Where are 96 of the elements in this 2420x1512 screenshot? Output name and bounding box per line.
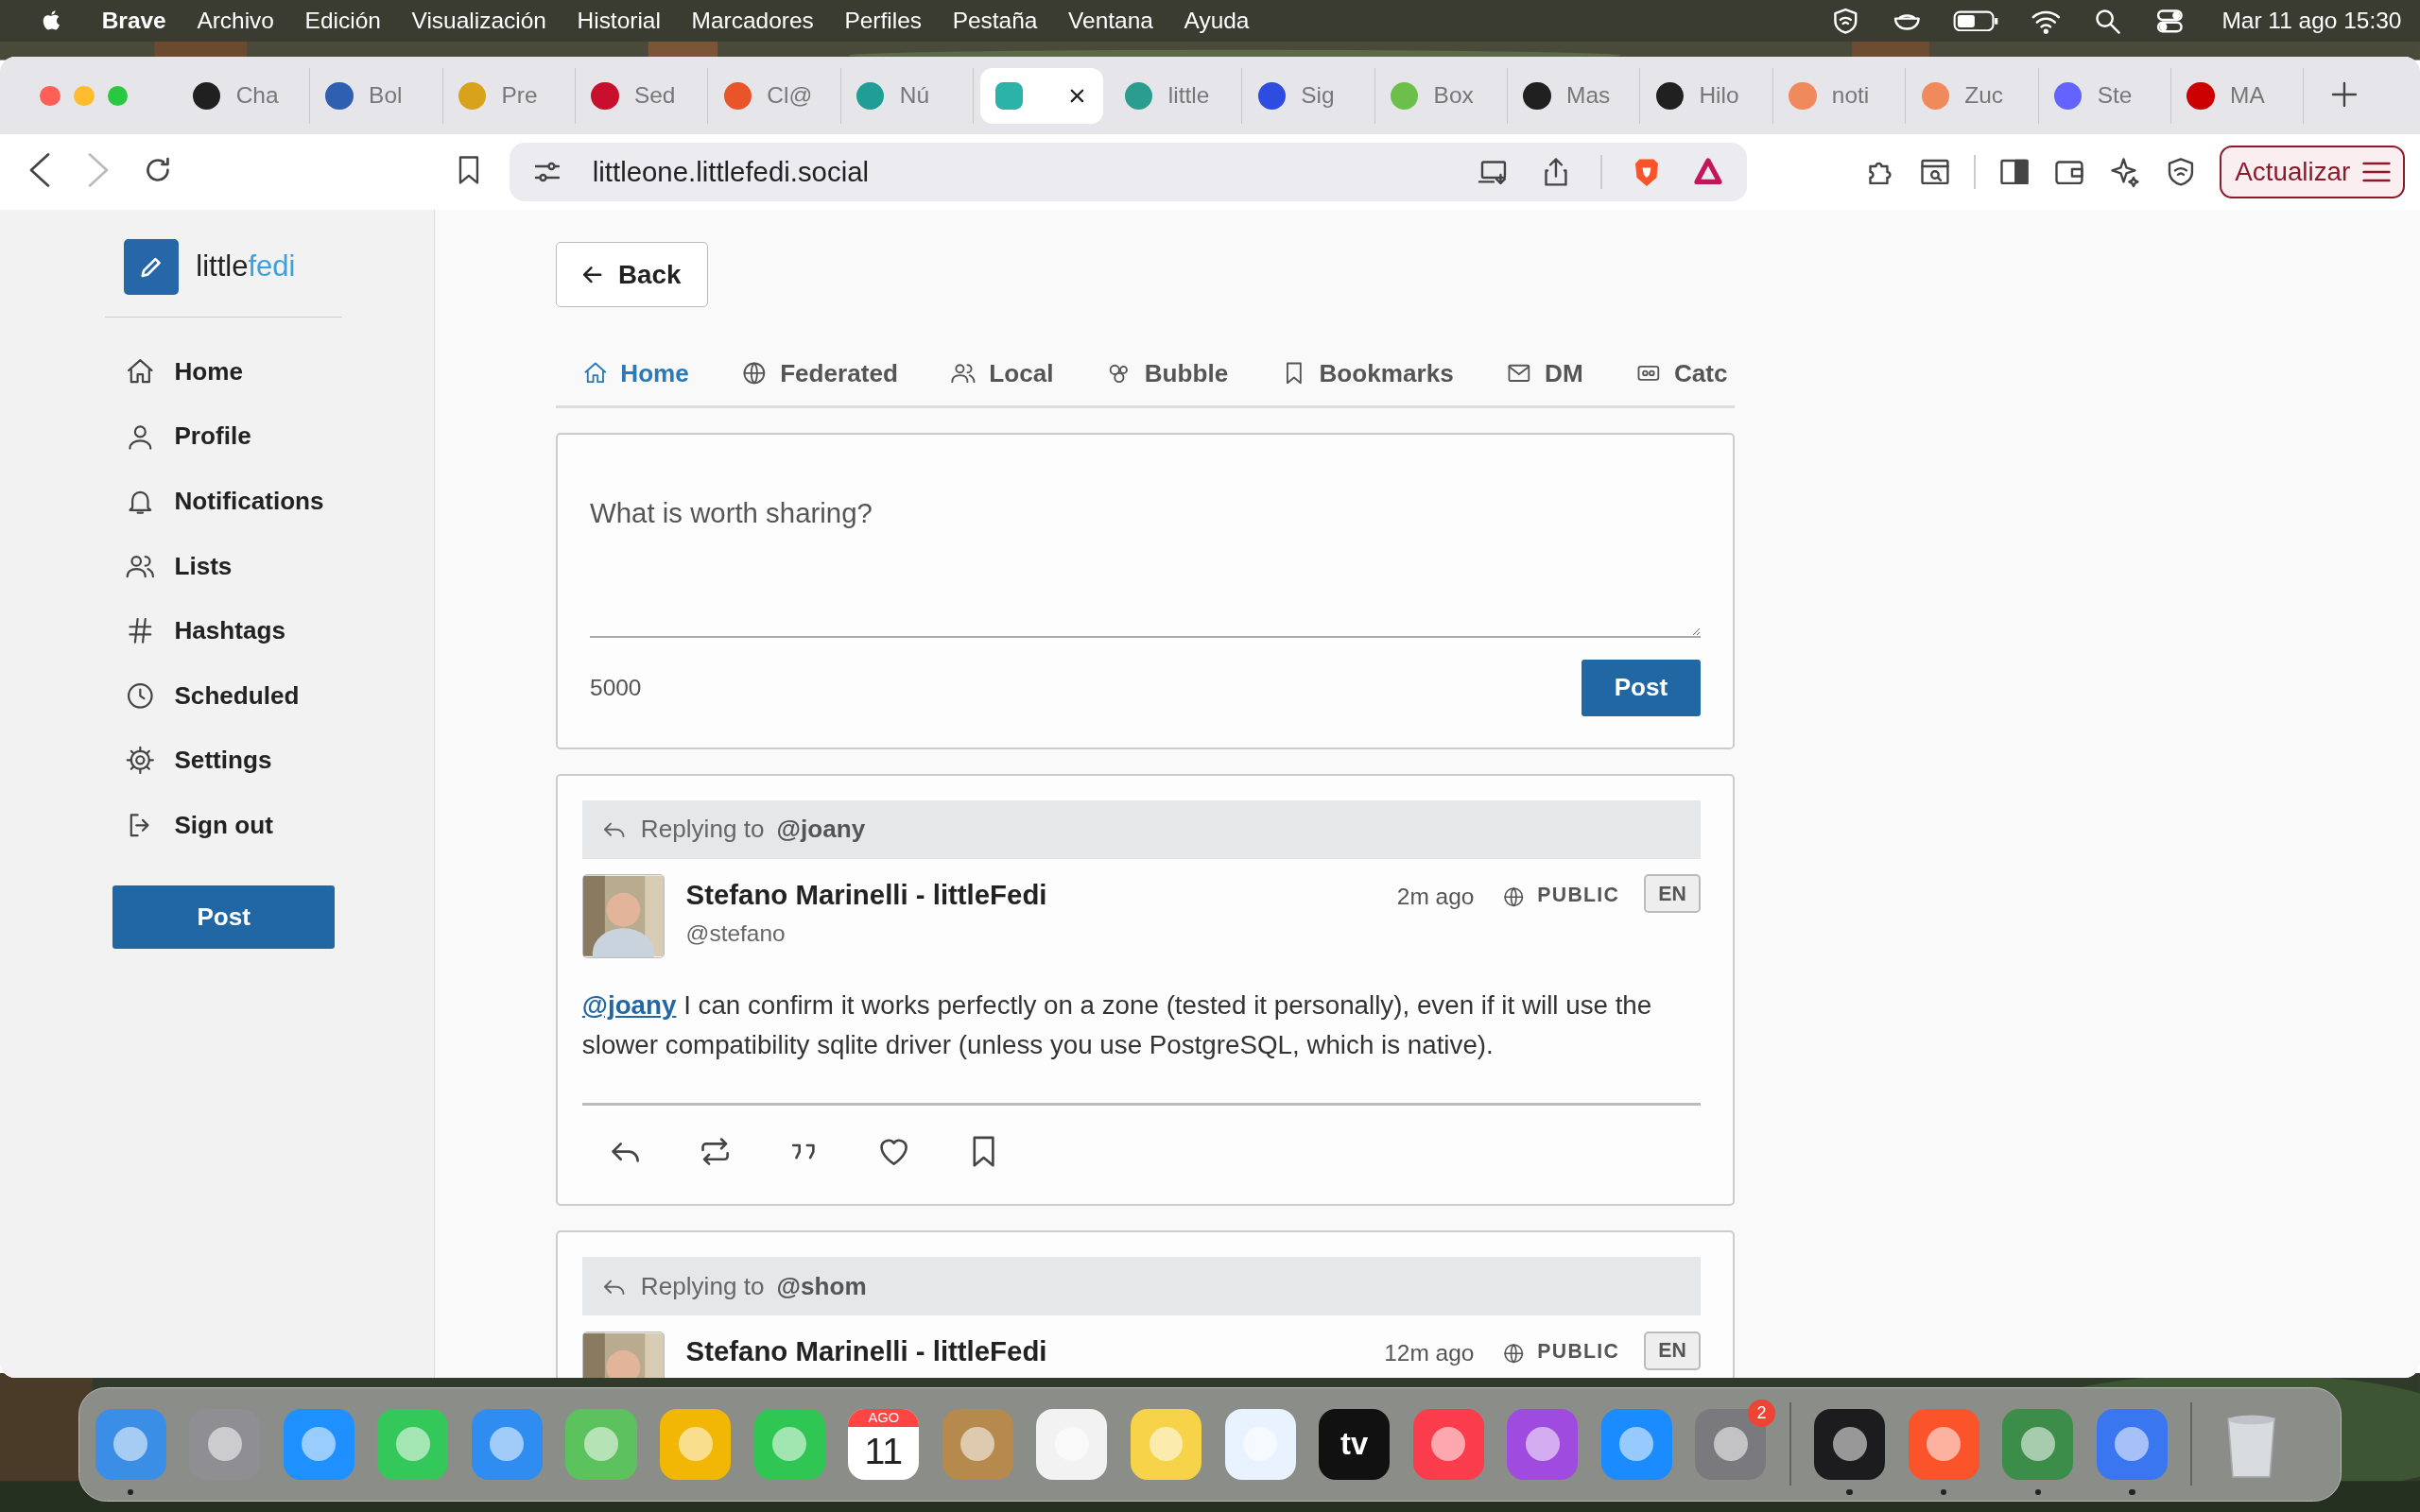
menu-item[interactable]: Perfiles <box>844 8 922 35</box>
battery-icon[interactable] <box>1953 9 2000 32</box>
favicon-icon <box>723 81 752 110</box>
menu-item[interactable]: Marcadores <box>691 8 814 35</box>
browser-tab[interactable]: Ste <box>2038 67 2172 124</box>
browser-tab[interactable]: Cha <box>177 67 311 124</box>
zoom-window-button[interactable] <box>108 85 129 106</box>
settings-icon <box>125 745 156 777</box>
favicon-icon <box>325 81 354 110</box>
browser-tab[interactable]: Cl@ <box>708 67 841 124</box>
menu-clock[interactable]: Mar 11 ago 15:30 <box>2221 8 2402 35</box>
browser-tab[interactable] <box>979 67 1104 124</box>
nav-link[interactable]: Profile <box>125 404 251 470</box>
browser-tab[interactable]: Mas <box>1508 67 1641 124</box>
browser-tab[interactable]: Sed <box>575 67 709 124</box>
favicon-icon <box>1523 81 1551 110</box>
post-text: @joany I can confirm it works perfectly on a zone (tested it personally), even if it will use the slower compatibility sqlite driver (unless you use PostgreSQL, which is native). <box>581 989 1653 1062</box>
favicon-icon <box>458 81 487 110</box>
timeline-tab[interactable]: DM <box>1479 340 1610 406</box>
author-name[interactable]: Stefano Marinelli - littleFedi <box>685 879 1047 911</box>
calendar-icon[interactable]: AGO 11 <box>848 1408 920 1480</box>
nav-link[interactable]: Sign out <box>125 793 273 858</box>
character-counter: 5000 <box>590 674 642 701</box>
favicon-icon <box>2053 81 2083 110</box>
nav-link[interactable]: Hashtags <box>125 598 285 663</box>
menu-item[interactable]: Edición <box>304 8 381 35</box>
tv-app-icon[interactable]: tv <box>1319 1408 1391 1480</box>
post-time[interactable]: 2m ago <box>1396 883 1475 910</box>
favicon-icon <box>1921 81 1949 110</box>
menu-item[interactable]: Archivo <box>197 8 274 35</box>
browser-tab[interactable]: Nú <box>840 67 975 124</box>
address-bar[interactable]: littleone.littlefedi.social <box>509 143 1747 202</box>
timeline-tab[interactable]: Bookmarks <box>1253 340 1480 406</box>
reply-handle-link[interactable]: @joany <box>776 815 866 845</box>
minimize-window-button[interactable] <box>74 85 95 106</box>
nav-link[interactable]: Lists <box>125 533 233 599</box>
favicon-icon <box>1125 81 1153 110</box>
nav-link[interactable]: Notifications <box>125 469 324 534</box>
replying-label: Replying to <box>640 815 765 845</box>
author-handle[interactable]: @stefano <box>685 919 1047 947</box>
timeline-tab[interactable]: Home <box>555 340 716 406</box>
logo-icon[interactable] <box>123 239 180 295</box>
visibility-label: PUBLIC <box>1537 1340 1620 1364</box>
browser-tab[interactable]: Zuc <box>1906 67 2039 124</box>
post-time[interactable]: 12m ago <box>1384 1340 1475 1367</box>
timeline-tab[interactable]: Local <box>924 340 1080 406</box>
app-icon[interactable] <box>1130 1408 1201 1480</box>
timeline-tab[interactable]: Federated <box>715 340 925 406</box>
browser-tab[interactable]: MA <box>2171 67 2305 124</box>
favicon-icon <box>1789 81 1817 110</box>
browser-tab[interactable]: Sig <box>1242 67 1375 124</box>
mention-link[interactable]: @joany <box>581 990 677 1020</box>
compose-field[interactable]: What is worth sharing? <box>590 481 1701 638</box>
update-button[interactable]: Actualizar <box>2219 146 2405 198</box>
browser-tab[interactable]: noti <box>1772 67 1907 124</box>
favicon-icon <box>994 81 1024 110</box>
nav-link[interactable]: Scheduled <box>125 662 300 729</box>
app-menu[interactable]: Brave <box>101 8 166 35</box>
nav-link[interactable]: Settings <box>125 728 272 794</box>
browser-tab[interactable]: Box <box>1374 67 1508 124</box>
menu-item[interactable]: Visualización <box>411 8 546 35</box>
visibility-label: PUBLIC <box>1537 883 1620 906</box>
language-badge: EN <box>1644 1331 1701 1370</box>
menu-item[interactable]: Ventana <box>1068 8 1153 35</box>
timeline-tab[interactable]: Catc <box>1609 340 1736 406</box>
browser-tab[interactable]: Pre <box>442 67 576 124</box>
browser-tab[interactable]: Hilo <box>1640 67 1773 124</box>
globe-icon <box>1501 885 1526 908</box>
favicon-icon <box>1390 81 1419 110</box>
reply-handle-link[interactable]: @shom <box>776 1271 867 1301</box>
author-name[interactable]: Stefano Marinelli - littleFedi <box>685 1335 1047 1368</box>
menu-item[interactable]: Historial <box>577 8 661 35</box>
app-icon[interactable] <box>1224 1408 1296 1480</box>
favicon-icon <box>1655 81 1685 110</box>
close-window-button[interactable] <box>40 85 60 106</box>
favicon-icon <box>193 81 221 110</box>
menu-item[interactable]: Pestaña <box>952 8 1038 35</box>
favicon-icon <box>856 81 885 110</box>
nav-link[interactable]: Home <box>125 339 243 404</box>
menu-item[interactable]: Ayuda <box>1184 8 1250 35</box>
browser-tab[interactable]: Bol <box>310 67 443 124</box>
language-badge: EN <box>1644 874 1701 914</box>
replying-label: Replying to <box>640 1271 765 1301</box>
browser-tab[interactable]: little <box>1109 67 1243 124</box>
notification-badge: 2 <box>1747 1399 1776 1428</box>
back-button[interactable]: Back <box>555 242 709 307</box>
timeline-tab[interactable]: Bubble <box>1080 340 1254 406</box>
favicon-icon <box>591 81 619 110</box>
app-icon[interactable] <box>1814 1408 1886 1480</box>
post-button[interactable]: Post <box>112 885 336 949</box>
globe-icon <box>1501 1341 1526 1366</box>
app-icon[interactable] <box>1036 1408 1108 1480</box>
favicon-icon <box>2187 81 2215 110</box>
post-button[interactable]: Post <box>1582 659 1701 716</box>
favicon-icon <box>1257 81 1286 110</box>
logo-text[interactable]: little <box>196 249 249 284</box>
